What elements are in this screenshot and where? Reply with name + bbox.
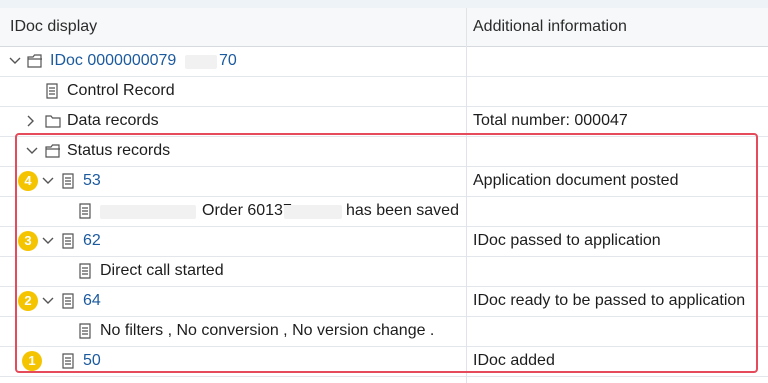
tree-row-status-detail[interactable]: Order 60137 has been saved <box>0 197 768 227</box>
tree-row-status[interactable]: 3 62 IDoc passed to application <box>0 227 768 257</box>
document-icon <box>46 83 58 99</box>
document-icon <box>62 293 74 309</box>
chevron-down-icon[interactable] <box>26 146 38 156</box>
chevron-down-icon[interactable] <box>9 56 21 66</box>
document-icon <box>79 323 91 339</box>
tree-row-status-records[interactable]: Status records <box>0 137 768 167</box>
folder-icon <box>45 115 61 128</box>
data-records-total: Total number: 000047 <box>473 112 628 129</box>
tree-row-status[interactable]: 1 50 IDoc added <box>0 347 768 377</box>
status-description: IDoc added <box>473 352 555 369</box>
chevron-down-icon[interactable] <box>42 296 54 306</box>
status-description: Application document posted <box>473 172 679 189</box>
tree-row-idoc[interactable]: IDoc 0000000079 70 <box>0 47 768 77</box>
step-badge: 1 <box>22 351 42 371</box>
chevron-right-icon[interactable] <box>26 115 36 127</box>
header-idoc-display[interactable]: IDoc display <box>0 8 466 46</box>
idoc-number[interactable]: IDoc 0000000079 <box>50 52 176 70</box>
step-badge: 2 <box>18 291 38 311</box>
idoc-suffix[interactable]: 70 <box>219 52 237 70</box>
idoc-tree-table: IDoc display Additional information IDoc… <box>0 8 768 377</box>
status-code[interactable]: 62 <box>83 232 101 250</box>
document-icon <box>62 353 74 369</box>
tree-row-status[interactable]: 4 53 Application document posted <box>0 167 768 197</box>
tree-row-status-detail[interactable]: Direct call started <box>0 257 768 287</box>
chevron-down-icon[interactable] <box>42 176 54 186</box>
chevron-down-icon[interactable] <box>42 236 54 246</box>
status-code[interactable]: 64 <box>83 292 101 310</box>
status-description: IDoc ready to be passed to application <box>473 292 746 309</box>
status-code[interactable]: 53 <box>83 172 101 190</box>
table-header: IDoc display Additional information <box>0 8 768 47</box>
status-code[interactable]: 50 <box>83 352 101 370</box>
step-badge: 4 <box>18 171 38 191</box>
document-icon <box>79 263 91 279</box>
tree-row-status-detail[interactable]: No filters , No conversion , No version … <box>0 317 768 347</box>
header-additional-information[interactable]: Additional information <box>473 8 768 46</box>
column-divider[interactable] <box>466 8 467 383</box>
redacted-text <box>284 205 342 219</box>
document-icon <box>62 233 74 249</box>
document-icon <box>62 173 74 189</box>
step-badge: 3 <box>18 231 38 251</box>
status-description: IDoc passed to application <box>473 232 661 249</box>
folder-open-icon <box>27 54 42 68</box>
redacted-text <box>100 205 196 219</box>
redacted-text <box>185 55 217 69</box>
document-icon <box>79 203 91 219</box>
tree-row-data-records[interactable]: Data records Total number: 000047 <box>0 107 768 137</box>
folder-open-icon <box>45 144 60 158</box>
tree-row-status[interactable]: 2 64 IDoc ready to be passed to applicat… <box>0 287 768 317</box>
tree-row-control-record[interactable]: Control Record <box>0 77 768 107</box>
